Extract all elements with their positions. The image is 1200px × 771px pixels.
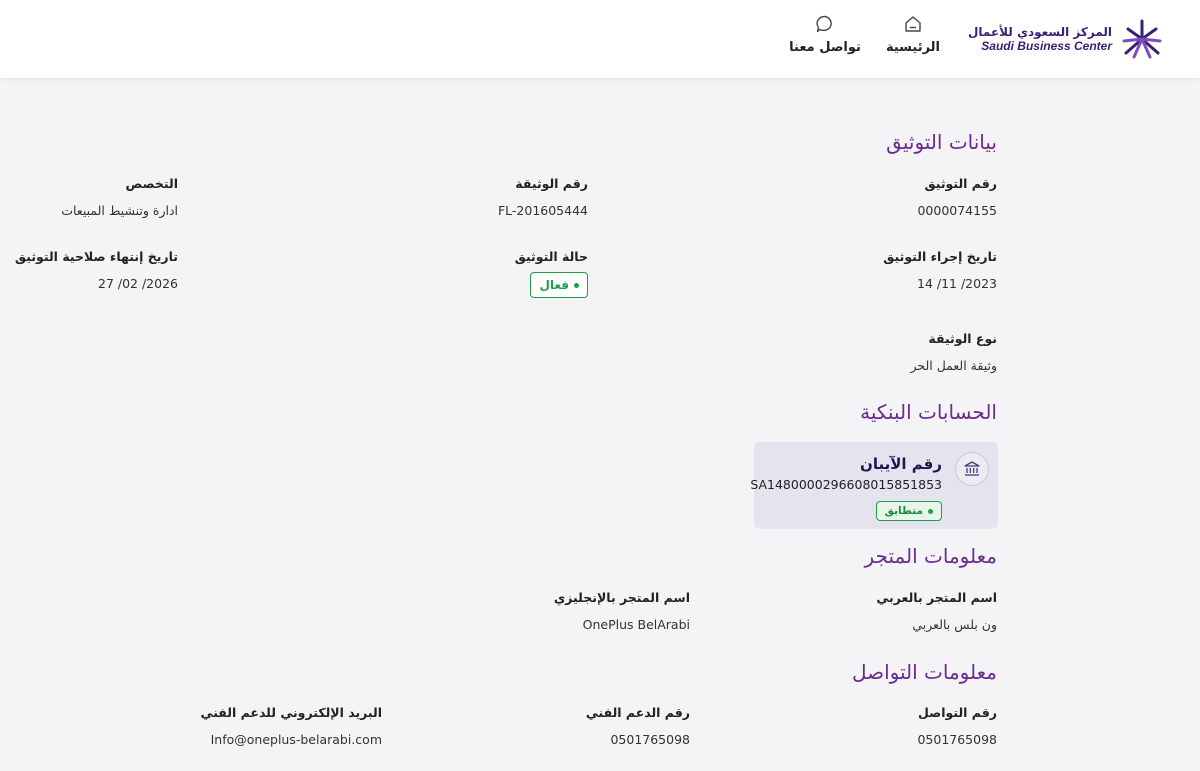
document-type-value: وثيقة العمل الحر xyxy=(910,358,997,373)
field-issue-date: تاريخ إجراء التوثيق 14 /11 /2023 xyxy=(883,249,997,291)
nav-contact-label: تواصل معنا xyxy=(789,40,861,55)
support-phone-value[interactable]: 0501765098 xyxy=(586,732,690,747)
top-header: المركز السعودي للأعمال Saudi Business Ce… xyxy=(0,0,1200,78)
field-doc-number: رقم التوثيق 0000074155 xyxy=(917,176,997,218)
bank-section-title: الحسابات البنكية xyxy=(860,400,997,424)
nav-home[interactable]: الرئيسية xyxy=(883,14,943,55)
nav-contact[interactable]: تواصل معنا xyxy=(789,14,861,55)
document-id-label: رقم الوثيقة xyxy=(515,176,588,191)
store-name-arabic-value: ون بلس بالعربي xyxy=(912,617,997,632)
home-icon xyxy=(903,14,923,34)
verification-section-title: بيانات التوثيق xyxy=(886,130,997,154)
issue-date-value: 14 /11 /2023 xyxy=(917,276,997,291)
brand-name-arabic: المركز السعودي للأعمال xyxy=(968,25,1112,39)
match-badge-text: متطابق xyxy=(884,505,923,517)
field-document-type: نوع الوثيقة وثيقة العمل الحر xyxy=(910,331,997,373)
support-email-value[interactable]: Info@oneplus-belarabi.com xyxy=(201,732,382,747)
document-type-label: نوع الوثيقة xyxy=(928,331,997,346)
brand-logo-link[interactable]: المركز السعودي للأعمال Saudi Business Ce… xyxy=(968,14,1164,64)
store-name-english-value: OnePlus BelArabi xyxy=(582,617,690,632)
field-support-email: البريد الإلكتروني للدعم الفني Info@onepl… xyxy=(201,705,382,747)
sbc-logo-icon xyxy=(1122,19,1162,59)
store-section-title: معلومات المتجر xyxy=(864,544,998,568)
field-store-name-arabic: اسم المتجر بالعربي ون بلس بالعربي xyxy=(876,590,997,632)
issue-date-label: تاريخ إجراء التوثيق xyxy=(883,249,997,264)
iban-match-badge: متطابق xyxy=(875,501,942,521)
main-content: بيانات التوثيق رقم التوثيق 0000074155 رق… xyxy=(0,78,1200,771)
field-contact-phone: رقم التواصل 0501765098 xyxy=(917,705,997,747)
expiry-date-value: 27 /02 /2026 xyxy=(98,276,178,291)
nav-home-label: الرئيسية xyxy=(885,40,941,55)
doc-number-value: 0000074155 xyxy=(917,203,997,218)
store-name-english-label: اسم المتجر بالإنجليزي xyxy=(553,590,690,605)
field-expiry-date: تاريخ إنتهاء صلاحية التوثيق 27 /02 /2026 xyxy=(15,249,178,291)
status-badge: فعال xyxy=(530,272,588,298)
field-specialty: التخصص ادارة وتنشيط المبيعات xyxy=(61,176,178,218)
chat-bubble-icon xyxy=(815,14,835,34)
brand-text: المركز السعودي للأعمال Saudi Business Ce… xyxy=(968,25,1112,53)
brand-name-english: Saudi Business Center xyxy=(981,39,1112,53)
support-phone-label: رقم الدعم الفني xyxy=(585,705,690,720)
contact-section-title: معلومات التواصل xyxy=(851,660,997,684)
field-store-name-english: اسم المتجر بالإنجليزي OnePlus BelArabi xyxy=(554,590,690,632)
specialty-label: التخصص xyxy=(125,176,178,191)
field-document-id: رقم الوثيقة FL-201605444 xyxy=(498,176,588,218)
match-dot-icon xyxy=(928,508,933,514)
doc-number-label: رقم التوثيق xyxy=(924,176,997,191)
support-email-label: البريد الإلكتروني للدعم الفني xyxy=(200,705,382,720)
document-id-value: FL-201605444 xyxy=(497,203,588,218)
field-status: حالة التوثيق فعال xyxy=(515,249,588,298)
status-label: حالة التوثيق xyxy=(514,249,588,264)
iban-title: رقم الآيبان xyxy=(860,455,942,473)
status-dot-icon xyxy=(574,282,579,288)
expiry-date-label: تاريخ إنتهاء صلاحية التوثيق xyxy=(14,249,178,264)
bank-icon xyxy=(955,452,989,486)
status-badge-text: فعال xyxy=(539,278,569,292)
specialty-value: ادارة وتنشيط المبيعات xyxy=(61,203,178,218)
contact-phone-label: رقم التواصل xyxy=(918,705,997,720)
contact-phone-value[interactable]: 0501765098 xyxy=(917,732,997,747)
iban-number: SA1480000296608015851853 xyxy=(750,477,942,492)
store-name-arabic-label: اسم المتجر بالعربي xyxy=(876,590,997,605)
iban-card: رقم الآيبان SA1480000296608015851853 متط… xyxy=(750,442,998,529)
field-support-phone: رقم الدعم الفني 0501765098 xyxy=(586,705,690,747)
